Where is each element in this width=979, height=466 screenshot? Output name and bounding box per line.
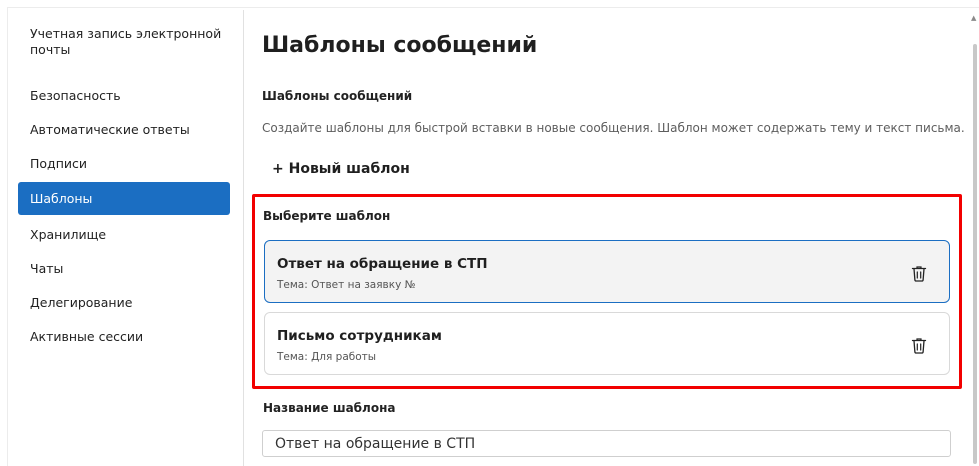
page-title: Шаблоны сообщений <box>262 33 538 58</box>
sidebar-item-label: Безопасность <box>30 88 121 103</box>
template-name-input[interactable] <box>262 430 951 457</box>
settings-sidebar: Учетная запись электронной почты Безопас… <box>0 10 244 466</box>
sidebar-item-label: Активные сессии <box>30 329 144 344</box>
sidebar-item-label: Учетная запись электронной почты <box>30 26 222 57</box>
template-title: Ответ на обращение в СТП <box>277 256 488 272</box>
section-title: Шаблоны сообщений <box>262 89 413 103</box>
template-card[interactable]: Письмо сотрудникам Тема: Для работы <box>264 312 950 375</box>
sidebar-item-auto-replies[interactable]: Автоматические ответы <box>18 122 230 138</box>
chevron-up-icon[interactable]: ▲ <box>971 14 976 22</box>
template-card[interactable]: Ответ на обращение в СТП Тема: Ответ на … <box>264 240 950 303</box>
sidebar-item-templates[interactable]: Шаблоны <box>18 182 230 215</box>
sidebar-item-delegation[interactable]: Делегирование <box>18 295 230 311</box>
sidebar-item-label: Чаты <box>30 261 64 276</box>
new-template-button[interactable]: + Новый шаблон <box>272 161 410 177</box>
sidebar-item-label: Автоматические ответы <box>30 122 190 137</box>
sidebar-item-label: Делегирование <box>30 295 133 310</box>
choose-template-label: Выберите шаблон <box>263 209 391 223</box>
template-title: Письмо сотрудникам <box>277 328 442 344</box>
sidebar-item-label: Шаблоны <box>30 190 93 206</box>
sidebar-item-label: Подписи <box>30 156 87 171</box>
scrollbar-thumb[interactable] <box>973 44 977 464</box>
section-description: Создайте шаблоны для быстрой вставки в н… <box>262 121 965 135</box>
sidebar-item-signatures[interactable]: Подписи <box>18 156 230 172</box>
sidebar-item-label: Хранилище <box>30 227 107 242</box>
template-subject: Тема: Ответ на заявку № <box>277 279 416 291</box>
sidebar-item-email-account[interactable]: Учетная запись электронной почты <box>18 26 230 58</box>
sidebar-item-storage[interactable]: Хранилище <box>18 227 230 243</box>
sidebar-item-chats[interactable]: Чаты <box>18 261 230 277</box>
template-name-label: Название шаблона <box>263 401 396 415</box>
sidebar-item-active-sessions[interactable]: Активные сессии <box>18 329 230 345</box>
template-subject: Тема: Для работы <box>277 351 377 363</box>
trash-icon[interactable] <box>911 265 927 282</box>
sidebar-item-security[interactable]: Безопасность <box>18 88 230 104</box>
trash-icon[interactable] <box>911 337 927 354</box>
scrollbar[interactable]: ▲ <box>970 14 979 466</box>
